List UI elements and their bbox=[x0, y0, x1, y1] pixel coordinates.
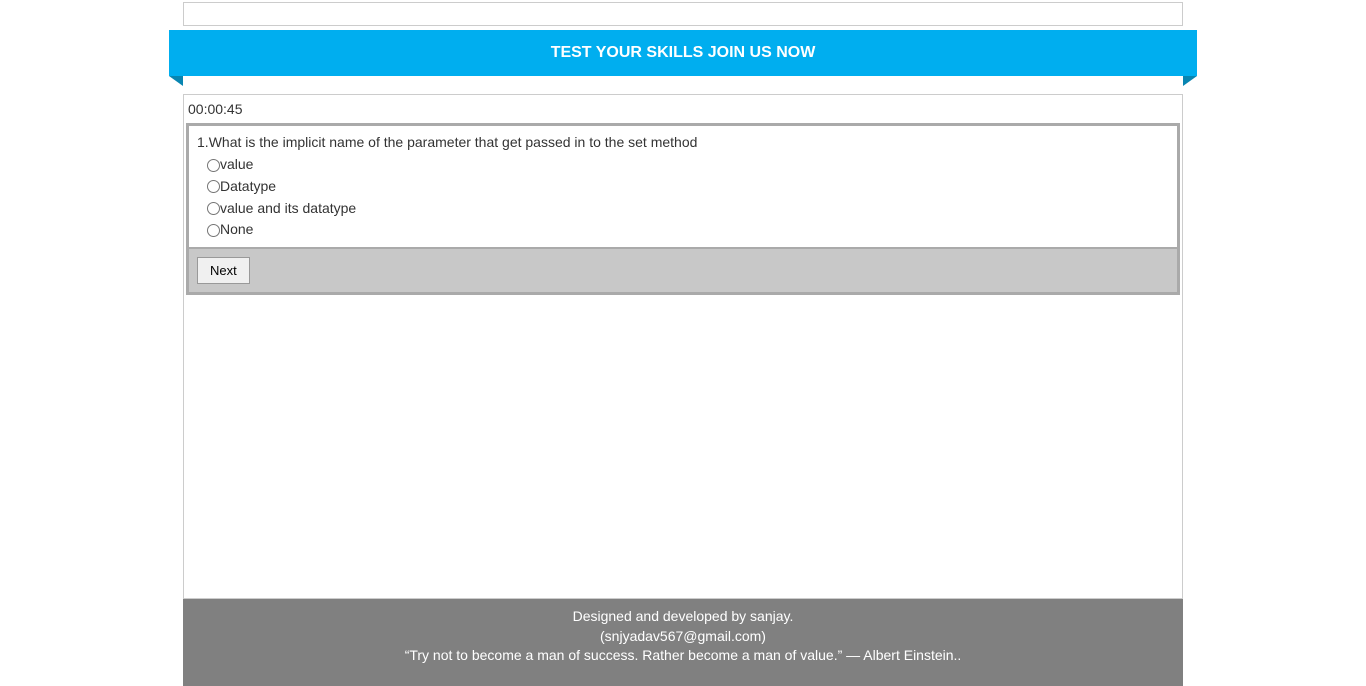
option-radio-2[interactable] bbox=[207, 202, 220, 215]
timer: 00:00:45 bbox=[184, 95, 1182, 121]
banner-text: TEST YOUR SKILLS JOIN US NOW bbox=[551, 44, 816, 61]
option-row-3: None bbox=[207, 219, 1169, 241]
option-row-1: Datatype bbox=[207, 176, 1169, 198]
content-box: 00:00:45 1.What is the implicit name of … bbox=[183, 94, 1183, 599]
question-body: What is the implicit name of the paramet… bbox=[209, 134, 698, 150]
page-wrapper: TEST YOUR SKILLS JOIN US NOW 00:00:45 1.… bbox=[183, 2, 1183, 686]
option-row-0: value bbox=[207, 154, 1169, 176]
option-label-2: value and its datatype bbox=[220, 198, 356, 220]
footer-line3: “Try not to become a man of success. Rat… bbox=[183, 646, 1183, 666]
banner-container: TEST YOUR SKILLS JOIN US NOW bbox=[183, 30, 1183, 76]
option-radio-0[interactable] bbox=[207, 159, 220, 172]
button-cell: Next bbox=[188, 248, 1178, 293]
top-nav-placeholder bbox=[183, 2, 1183, 26]
footer: Designed and developed by sanjay. (snjya… bbox=[183, 599, 1183, 686]
option-label-0: value bbox=[220, 154, 253, 176]
option-radio-1[interactable] bbox=[207, 180, 220, 193]
quiz-table: 1.What is the implicit name of the param… bbox=[186, 123, 1180, 295]
footer-line2: (snjyadav567@gmail.com) bbox=[183, 627, 1183, 647]
option-label-3: None bbox=[220, 219, 253, 241]
option-row-2: value and its datatype bbox=[207, 198, 1169, 220]
option-radio-3[interactable] bbox=[207, 224, 220, 237]
banner: TEST YOUR SKILLS JOIN US NOW bbox=[169, 30, 1197, 76]
footer-line1: Designed and developed by sanjay. bbox=[183, 607, 1183, 627]
question-number: 1. bbox=[197, 134, 209, 150]
question-cell: 1.What is the implicit name of the param… bbox=[188, 125, 1178, 248]
question-text: 1.What is the implicit name of the param… bbox=[197, 132, 1169, 152]
next-button[interactable]: Next bbox=[197, 257, 250, 284]
option-label-1: Datatype bbox=[220, 176, 276, 198]
